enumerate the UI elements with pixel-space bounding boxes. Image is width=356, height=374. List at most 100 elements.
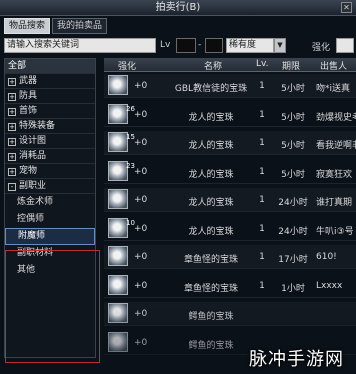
category-consumable[interactable]: + 消耗品 (5, 149, 95, 164)
cell-level: 1 (259, 252, 265, 262)
category-label: 宠物 (19, 166, 38, 176)
chevron-down-icon[interactable]: ▼ (274, 38, 286, 53)
category-blueprint[interactable]: + 设计图 (5, 134, 95, 149)
expand-icon[interactable]: + (8, 123, 16, 131)
category-label: 首饰 (19, 106, 38, 116)
level-min-input[interactable] (176, 38, 196, 53)
expand-icon[interactable]: + (8, 78, 16, 86)
category-pet[interactable]: + 宠物 (5, 164, 95, 179)
category-label: 副职业 (19, 181, 47, 191)
expand-icon[interactable]: + (8, 138, 16, 146)
close-icon[interactable]: ✕ (341, 2, 352, 13)
category-label: 全部 (8, 61, 27, 71)
expand-icon[interactable]: + (8, 93, 16, 101)
cell-level: 1 (259, 195, 265, 205)
cell-seller: Lxxxx (316, 280, 343, 291)
table-row[interactable]: 10 +0 龙人的宝珠 1 24小时 牛叭i③号 (104, 217, 356, 241)
tab-bar: 物品搜索 我的拍卖品 (4, 18, 108, 34)
expand-icon[interactable]: + (8, 108, 16, 116)
category-accessory[interactable]: + 首饰 (5, 104, 95, 119)
col-seller[interactable]: 出售人 (320, 59, 347, 72)
table-row[interactable]: 15+0 龙人的宝珠 1 5小时 看我逆啊非 (104, 131, 356, 155)
cell-seller: 劲爆视史考 (316, 112, 356, 123)
table-row[interactable]: +0 龙人的宝珠 1 24小时 谁打真期 (104, 188, 356, 212)
category-special-equipment[interactable]: + 特殊装备 (5, 119, 95, 134)
expand-icon[interactable]: + (8, 168, 16, 176)
cell-seller: 610! (316, 252, 337, 262)
collapse-icon[interactable]: - (8, 183, 16, 191)
category-sidebar: 全部 + 武器 + 防具 + 首饰 + 特殊装备 + 设计图 + 消耗品 + 宠物 - 副职业 … (4, 58, 100, 363)
cell-seller: 寂寞狂欢 (316, 169, 353, 180)
level-label: Lv (160, 40, 171, 50)
cell-name: 龙人的宝珠 (188, 169, 234, 180)
subcategory-alchemist[interactable]: 炼金术师 (5, 194, 95, 211)
level-max-input[interactable] (205, 38, 223, 53)
cell-name: 鳄鱼的宝珠 (188, 312, 234, 322)
watermark-text: 脉冲手游网 (249, 349, 344, 370)
cell-seller: 牛叭i③号 (316, 226, 354, 237)
expand-icon[interactable]: + (8, 153, 16, 161)
search-bar: 请输入搜索关键词 Lv - 稀有度 ▼ 强化 (0, 36, 356, 56)
search-input[interactable]: 请输入搜索关键词 (4, 38, 156, 53)
subcategory-puppeteer[interactable]: 控偶师 (5, 211, 95, 228)
tab-my-auctions[interactable]: 我的拍卖品 (52, 18, 108, 34)
cell-time: 24小时 (278, 198, 308, 208)
cell-level: 1 (259, 166, 265, 177)
enhance-label: 强化 (312, 43, 331, 53)
table-row[interactable]: 23 +0 龙人的宝珠 1 5小时 寂寞狂欢 (104, 160, 356, 184)
table-row[interactable]: +0 鳄鱼的宝珠 (104, 302, 356, 326)
col-name[interactable]: 名称 (204, 59, 222, 72)
gem-orb-icon[interactable]: 10 (108, 217, 135, 238)
cell-enhance: +0 (134, 81, 148, 91)
category-subprofession[interactable]: - 副职业 (5, 179, 95, 194)
cell-name: 龙人的宝珠 (188, 112, 234, 123)
col-enhance[interactable]: 强化 (118, 59, 136, 72)
table-row[interactable]: +0 章鱼怪的宝珠 1 17小时 610! (104, 245, 356, 269)
gem-orb-icon[interactable] (108, 331, 128, 352)
auction-results-table: 强化 名称 Lv. 期限 出售人 +0 GBL教信徒的宝珠 1 5小时 吻*i送真 26 +… (104, 58, 356, 374)
cell-seller: 看我逆啊非 (316, 141, 356, 151)
col-time[interactable]: 期限 (282, 59, 300, 72)
window-title: 拍卖行(B) (155, 2, 201, 13)
rarity-select[interactable]: 稀有度 (226, 38, 274, 53)
cell-time: 17小时 (278, 255, 308, 265)
category-all[interactable]: 全部 (5, 59, 95, 74)
cell-enhance: +0 (134, 109, 148, 120)
category-armor[interactable]: + 防具 (5, 89, 95, 104)
gem-orb-icon[interactable] (108, 274, 128, 295)
gem-orb-icon[interactable] (108, 189, 128, 209)
cell-level: 1 (259, 81, 265, 91)
table-row[interactable]: +0 章鱼怪的宝珠 1 1小时 Lxxxx (104, 274, 356, 298)
cell-enhance: +0 (134, 138, 148, 148)
cell-time: 1小时 (281, 283, 305, 294)
tab-item-search[interactable]: 物品搜索 (4, 18, 51, 34)
gem-orb-icon[interactable]: 26 (108, 103, 135, 124)
cell-name: 龙人的宝珠 (188, 141, 234, 151)
cell-level: 1 (259, 280, 265, 291)
col-level[interactable]: Lv. (256, 59, 269, 69)
category-label: 消耗品 (19, 151, 47, 161)
enhance-input[interactable] (336, 38, 354, 53)
cell-time: 5小时 (281, 169, 305, 180)
category-weapon[interactable]: + 武器 (5, 74, 95, 89)
subcategory-other[interactable]: 其他 (5, 262, 95, 279)
gem-orb-icon[interactable] (108, 246, 128, 266)
gem-orb-icon[interactable]: 15 (108, 132, 135, 152)
cell-name: 章鱼怪的宝珠 (183, 255, 238, 265)
subcategory-enchanter[interactable]: 附魔师 (5, 228, 95, 245)
cell-name: 章鱼怪的宝珠 (183, 283, 238, 294)
gem-orb-icon[interactable] (108, 75, 128, 95)
table-row[interactable]: 26+0 龙人的宝珠 1 5小时劲爆视史考 (104, 103, 356, 127)
category-label: 特殊装备 (19, 121, 56, 131)
level-dash: - (198, 40, 202, 50)
table-header: 强化 名称 Lv. 期限 出售人 (104, 58, 356, 72)
cell-name: 龙人的宝珠 (188, 226, 234, 237)
gem-orb-icon[interactable]: 23 (108, 160, 135, 181)
table-row[interactable]: +0 GBL教信徒的宝珠 1 5小时 吻*i送真 (104, 74, 356, 98)
cell-level: 1 (259, 223, 265, 234)
gem-orb-icon[interactable] (108, 303, 128, 323)
category-label: 防具 (19, 91, 38, 101)
cell-time: 5小时 (281, 141, 305, 151)
cell-enhance: +0 (134, 166, 148, 177)
subcategory-materials[interactable]: 副职材料 (5, 245, 95, 262)
